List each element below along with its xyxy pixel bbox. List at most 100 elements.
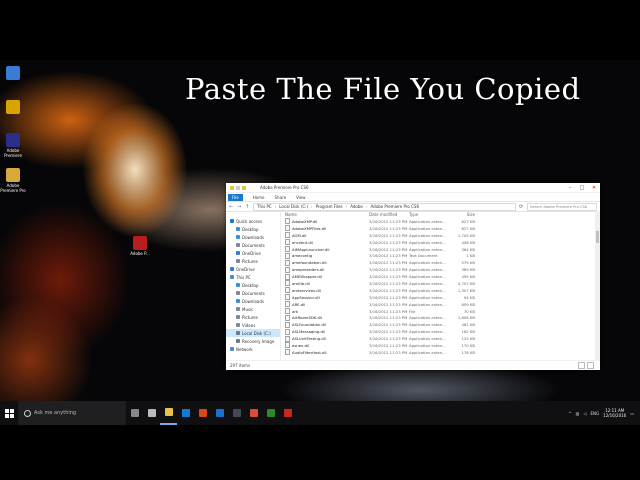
address-bar[interactable]: This PC › Local Disk (C:) › Program Files ›…: [253, 202, 516, 211]
nav-item[interactable]: Documents: [226, 241, 280, 249]
nav-item[interactable]: Videos: [226, 321, 280, 329]
column-header-date[interactable]: Date modified: [369, 212, 409, 217]
nav-item[interactable]: OneDrive: [226, 265, 280, 273]
file-row[interactable]: ark 3/16/2012 11:23 PM File 70 KB: [285, 308, 600, 315]
taskbar-app-file-explorer[interactable]: [160, 401, 177, 425]
taskbar-app-chrome[interactable]: [245, 401, 262, 425]
taskbar-app-app-dark[interactable]: [228, 401, 245, 425]
maximize-button[interactable]: □: [576, 185, 588, 191]
volume-icon[interactable]: ◁: [583, 411, 586, 416]
properties-icon[interactable]: [236, 185, 240, 190]
nav-item[interactable]: Downloads: [226, 297, 280, 305]
taskbar-app-xbox[interactable]: [262, 401, 279, 425]
desktop-icon-app[interactable]: [0, 100, 26, 115]
forward-arrow-icon[interactable]: →: [237, 204, 242, 210]
details-view-icon[interactable]: [578, 362, 585, 369]
start-button[interactable]: [0, 401, 18, 425]
nav-item[interactable]: Recovery Image: [226, 337, 280, 345]
nav-item[interactable]: Documents: [226, 289, 280, 297]
cortana-search-box[interactable]: Ask me anything: [18, 401, 126, 425]
desktop-icon-recycle-bin[interactable]: [0, 66, 26, 81]
tab-share[interactable]: Share: [275, 195, 287, 200]
file-row[interactable]: AGM.dll 3/16/2012 11:23 PM Application ext…: [285, 232, 600, 239]
column-header-size[interactable]: Size: [449, 212, 475, 217]
large-icons-view-icon[interactable]: [587, 362, 594, 369]
scrollbar[interactable]: [595, 211, 600, 361]
file-name-cell: ASLMessaging.dll: [285, 328, 369, 335]
file-row[interactable]: amepreorders.dll 3/16/2012 11:23 PM Applic…: [285, 266, 600, 273]
minimize-button[interactable]: –: [564, 185, 576, 191]
file-date: 3/16/2012 11:23 PM: [369, 246, 408, 252]
breadcrumb-this-pc[interactable]: This PC: [257, 204, 272, 209]
close-button[interactable]: ✕: [588, 185, 600, 191]
up-arrow-icon[interactable]: ↑: [245, 204, 250, 210]
refresh-icon[interactable]: ⟳: [519, 204, 524, 210]
breadcrumb-current-folder[interactable]: Adobe Premiere Pro CS6: [370, 204, 419, 209]
file-row[interactable]: ASLFoundation.dll 3/16/2012 11:23 PM Appli…: [285, 321, 600, 328]
file-row[interactable]: AppSession.dll 3/16/2012 11:23 PM Applicat…: [285, 294, 600, 301]
desktop-icon-pasted-file[interactable]: Adobe P...: [127, 236, 153, 256]
breadcrumb-program-files[interactable]: Program Files: [316, 204, 343, 209]
taskbar-app-task-view[interactable]: [143, 401, 160, 425]
quick-access-toolbar[interactable]: [226, 185, 260, 190]
nav-item[interactable]: Music: [226, 305, 280, 313]
chevron-up-icon[interactable]: ^: [568, 411, 571, 416]
file-row[interactable]: ahclient.dll 3/16/2012 11:23 PM Applicatio…: [285, 239, 600, 246]
notifications-icon[interactable]: ▭: [630, 411, 634, 416]
taskbar-app-office[interactable]: [194, 401, 211, 425]
nav-item-label: Pictures: [242, 258, 258, 264]
desktop-icon-premiere-folder[interactable]: Adobe Premiere Pro: [0, 168, 26, 193]
file-row[interactable]: AdobeXMPFiles.dll 3/16/2012 11:23 PM Appli…: [285, 225, 600, 232]
file-row[interactable]: asneu.dll 3/16/2012 11:23 PM Application e…: [285, 342, 600, 349]
overlay-title: Paste The File You Copied: [185, 72, 581, 106]
file-row[interactable]: AMEWrapper.dll 3/16/2012 11:23 PM Applicat…: [285, 273, 600, 280]
file-row[interactable]: amefoundation.dll 3/16/2012 11:23 PM Appli…: [285, 259, 600, 266]
file-name: AIMAppLauncher.dll: [292, 246, 330, 252]
file-row[interactable]: AdobeXMP.dll 3/16/2012 11:23 PM Applicatio…: [285, 218, 600, 225]
back-arrow-icon[interactable]: ←: [229, 204, 234, 210]
nav-item[interactable]: Downloads: [226, 233, 280, 241]
taskbar-app-store[interactable]: [177, 401, 194, 425]
tab-view[interactable]: View: [296, 195, 306, 200]
file-row[interactable]: AIMAppLauncher.dll 3/16/2012 11:23 PM Appl…: [285, 246, 600, 253]
file-row[interactable]: amtlib.dll 3/16/2012 11:23 PM Application …: [285, 280, 600, 287]
taskbar-app-mic[interactable]: [126, 401, 143, 425]
nav-item[interactable]: Desktop: [226, 281, 280, 289]
status-bar: 297 items: [226, 360, 600, 370]
breadcrumb-local-disk[interactable]: Local Disk (C:): [279, 204, 308, 209]
file-row[interactable]: ARE.dll 3/16/2012 11:23 PM Application ext…: [285, 301, 600, 308]
nav-item[interactable]: Pictures: [226, 257, 280, 265]
file-type: Application exten...: [409, 274, 446, 280]
network-icon[interactable]: ▥: [576, 411, 580, 416]
clock[interactable]: 12:11 AM 12/16/2016: [603, 408, 626, 418]
nav-item[interactable]: Network: [226, 345, 280, 353]
desktop-icon-premiere[interactable]: Adobe Premiere: [0, 133, 26, 158]
nav-item[interactable]: Pictures: [226, 313, 280, 321]
nav-item[interactable]: This PC: [226, 273, 280, 281]
column-header-type[interactable]: Type: [409, 212, 449, 217]
file-row[interactable]: ASLUnitTesting.dll 3/16/2012 11:23 PM Appl…: [285, 335, 600, 342]
file-row[interactable]: amecontig 3/16/2012 11:23 PM Text Document…: [285, 252, 600, 259]
file-row[interactable]: AudioFilterHost.dll 3/16/2012 11:23 PM App…: [285, 349, 600, 356]
search-input[interactable]: Search Adobe Premiere Pro CS6: [527, 202, 597, 211]
taskbar-app-app-blue[interactable]: [211, 401, 228, 425]
ribbon-tabs: File Home Share View: [226, 193, 600, 202]
taskbar-app-media[interactable]: [279, 401, 296, 425]
tab-home[interactable]: Home: [253, 195, 265, 200]
file-row[interactable]: amtservices.dll 3/16/2012 11:23 PM Applica…: [285, 287, 600, 294]
nav-item[interactable]: OneDrive: [226, 249, 280, 257]
breadcrumb-adobe[interactable]: Adobe: [350, 204, 363, 209]
file-name-cell: ASLFoundation.dll: [285, 321, 369, 328]
scrollbar-thumb[interactable]: [596, 231, 599, 243]
nav-item[interactable]: Desktop: [226, 225, 280, 233]
file-type: Application exten...: [409, 342, 446, 348]
nav-item[interactable]: Quick access: [226, 217, 280, 225]
nav-item[interactable]: Local Disk (C:): [226, 329, 280, 337]
column-header-name[interactable]: Name: [285, 212, 369, 217]
new-folder-icon[interactable]: [242, 185, 246, 190]
file-row[interactable]: ASLMessaging.dll 3/16/2012 11:23 PM Applic…: [285, 328, 600, 335]
language-indicator[interactable]: ENG: [591, 411, 600, 416]
file-name-cell: AudioFilterHost.dll: [285, 349, 369, 356]
tab-file[interactable]: File: [228, 193, 243, 201]
file-row[interactable]: ArtRoomSDK.dll 3/16/2012 11:23 PM Applicat…: [285, 314, 600, 321]
